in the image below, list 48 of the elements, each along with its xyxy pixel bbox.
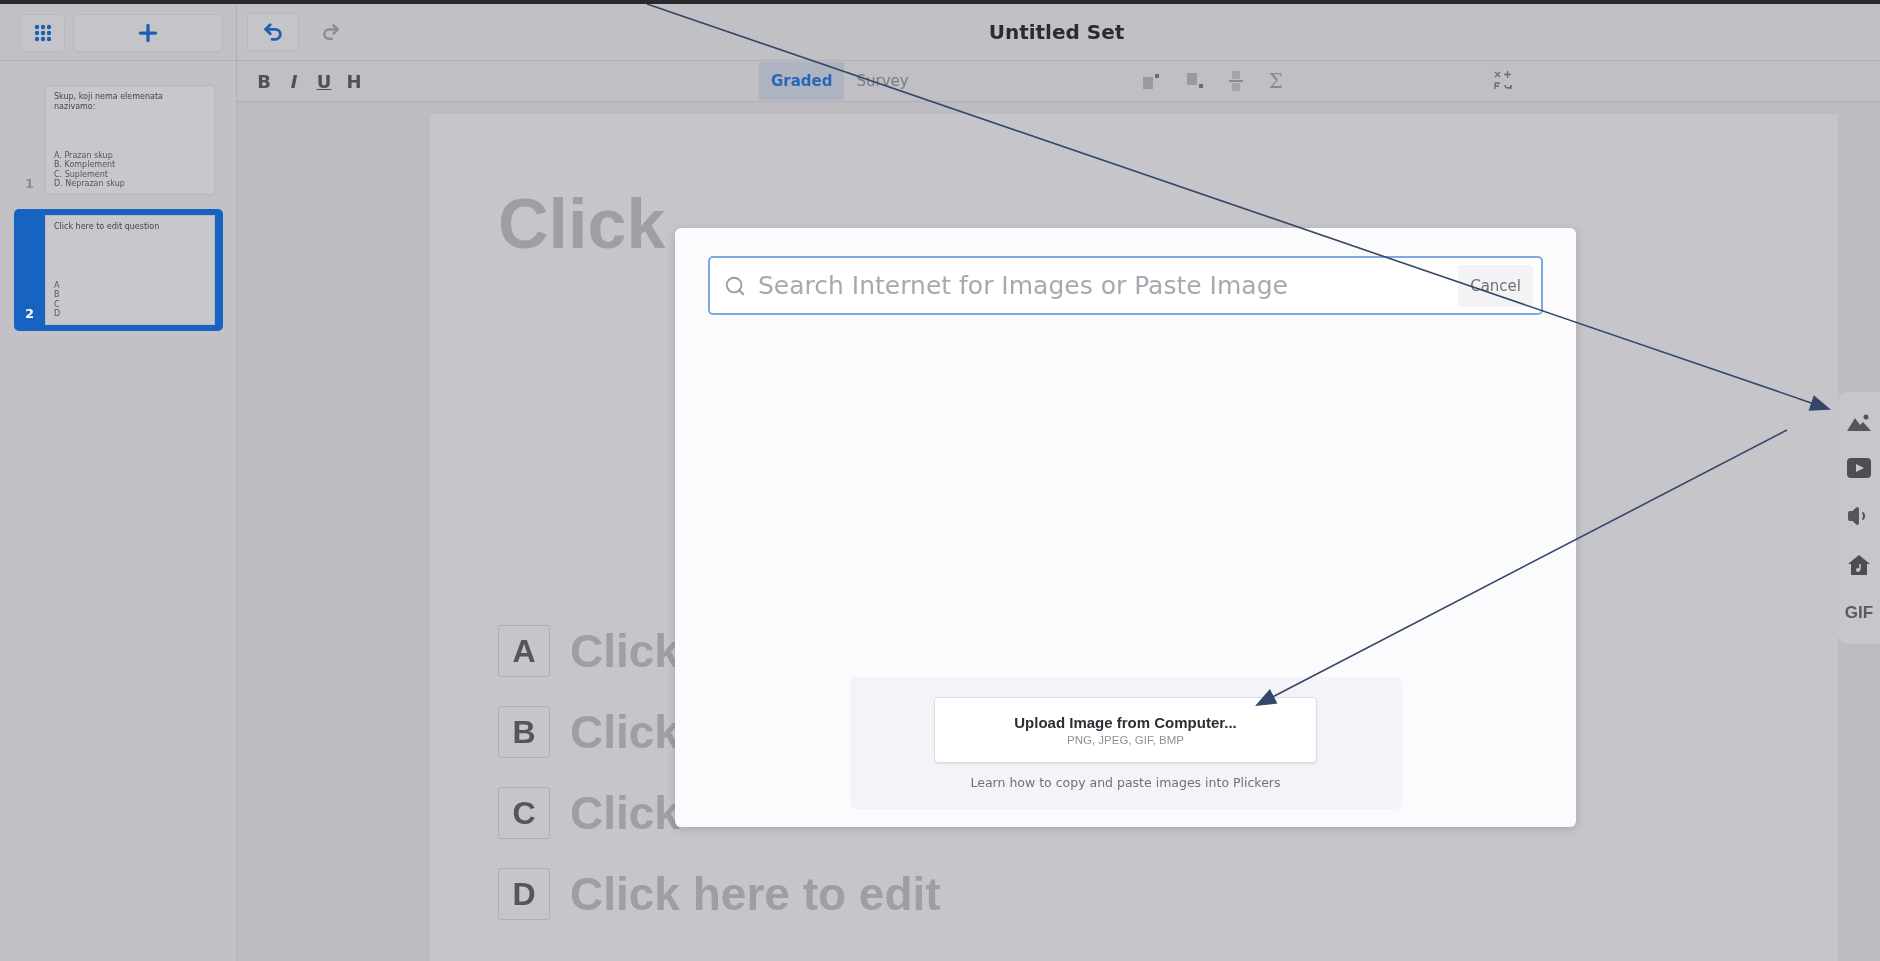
help-link[interactable]: Learn how to copy and paste images into Plickers [970,775,1281,790]
redo-icon [321,22,341,42]
subscript-icon [1184,72,1205,90]
upload-image-button[interactable]: Upload Image from Computer... PNG, JPEG, GIF, BMP [934,697,1317,763]
fraction-icon [1228,70,1243,92]
thumbnail-question: Click here to edit question [54,222,161,232]
answer-letter: B [498,706,550,758]
undo-icon [262,21,284,43]
grid-icon [33,24,52,42]
thumbnail-choice: A [54,281,61,291]
thumbnail-choice: D. Neprazan skup [54,178,126,188]
format-button[interactable]: U [309,70,339,92]
superscript-icon [1140,72,1161,90]
image-search-field[interactable]: Search Internet for Images or Paste Image Cancel [708,256,1543,315]
format-button[interactable]: B [249,70,279,92]
slide-number: 2 [23,306,35,323]
answer-letter: D [498,868,550,920]
answer-letter: C [498,787,550,839]
thumbnail-choice: C. Suplement [54,169,108,179]
thumbnail-choice: A. Prazan skup [54,151,114,161]
undo-button[interactable] [247,13,299,51]
thumbnail-choice: B [54,290,61,300]
thumbnail-question: Skup, koji nema elemenata nazivamo: [54,92,164,112]
thumbnail-choice: C [54,299,61,309]
image-button[interactable] [1847,413,1871,432]
thumbnail-choice: D [54,308,62,318]
slide-thumbnail[interactable]: 2 Click here to edit question A B C D [14,209,223,331]
answer-letter: A [498,625,550,677]
thumbnail-choice: B. Komplement [54,160,117,170]
set-title: Untitled Set [987,20,1126,44]
format-button[interactable]: H [339,70,369,92]
cancel-button[interactable]: Cancel [1458,264,1533,307]
add-slide-button[interactable] [73,14,223,52]
special-characters-icon [1492,70,1513,92]
gif-button[interactable]: GIF [1844,602,1874,623]
video-icon [1847,457,1871,478]
format-button[interactable]: I [279,70,309,92]
search-icon [724,274,746,297]
sound-library-button[interactable] [1848,554,1870,577]
superscript-button[interactable] [1140,72,1161,90]
video-button[interactable] [1847,457,1871,478]
mode-tab[interactable]: Graded [759,62,845,100]
image-icon [1847,413,1871,432]
fraction-button[interactable] [1228,70,1243,92]
house-icon [1848,554,1870,577]
grid-button[interactable] [20,14,65,52]
subscript-button[interactable] [1184,72,1205,90]
special-characters-button[interactable] [1492,70,1513,92]
